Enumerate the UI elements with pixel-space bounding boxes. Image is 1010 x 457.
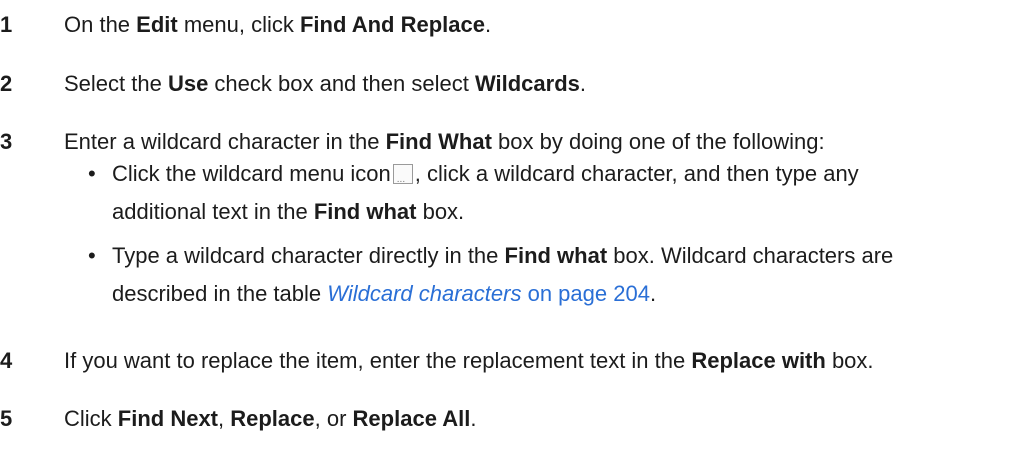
text: If you want to replace the item, enter t…: [64, 348, 692, 373]
bold-text: Wildcards: [474, 71, 580, 96]
step-text: On the Edit menu, click Find And Replace…: [64, 10, 1010, 40]
page-reference-link[interactable]: on page 204: [521, 281, 650, 306]
text: ,: [218, 406, 231, 431]
text: .: [649, 281, 657, 306]
text: Enter a wildcard character in the: [64, 129, 386, 154]
bullet-icon: •: [88, 161, 96, 186]
step-text: Click Find Next, Replace, or Replace All…: [64, 404, 1010, 434]
bullet-icon: •: [88, 243, 96, 268]
text: .: [579, 71, 587, 96]
bold-text: Use: [167, 71, 209, 96]
step-text: Select the Use check box and then select…: [64, 69, 1010, 99]
text: check box and then select: [208, 71, 475, 96]
bold-text: Find what: [504, 243, 608, 268]
text: box. Wildcard characters are: [607, 243, 894, 268]
bold-text: Replace All: [352, 406, 471, 431]
bold-text: Replace: [230, 406, 315, 431]
text: box.: [825, 348, 874, 373]
bold-text: Replace with: [691, 348, 826, 373]
text: described in the table: [112, 281, 328, 306]
text: menu, click: [177, 12, 300, 37]
text: Click the wildcard menu icon: [112, 161, 391, 186]
text: On the: [64, 12, 137, 37]
step-number: 5: [0, 406, 13, 431]
text: Select the: [64, 71, 168, 96]
bold-text: Find And Replace: [299, 12, 485, 37]
step-text: If you want to replace the item, enter t…: [64, 346, 1010, 376]
bullet-line-1: Type a wildcard character directly in th…: [112, 237, 988, 275]
text: box by doing one of the following:: [491, 129, 825, 154]
text: Click: [64, 406, 118, 431]
text: .: [484, 12, 492, 37]
text: .: [470, 406, 477, 431]
step-number: 1: [0, 12, 13, 37]
bullet-line-2: additional text in the Find what box.: [112, 193, 988, 231]
step-text: Enter a wildcard character in the Find W…: [64, 127, 1010, 157]
text: Type a wildcard character directly in th…: [112, 243, 505, 268]
wildcard-characters-link[interactable]: Wildcard characters: [327, 281, 521, 306]
bold-text: Find Next: [117, 406, 219, 431]
bold-text: Edit: [136, 12, 178, 37]
bold-text: Find What: [385, 129, 492, 154]
step-number: 4: [0, 348, 13, 373]
text: box.: [416, 199, 465, 224]
bullet-line-1: Click the wildcard menu icon , click a wi…: [112, 155, 988, 199]
text: , or: [314, 406, 353, 431]
step-number: 3: [0, 129, 13, 154]
ellipsis-button-icon: [392, 161, 413, 199]
bullet-line-2: described in the table Wildcard characte…: [112, 275, 988, 313]
bold-text: Find what: [313, 199, 417, 224]
step-number: 2: [0, 71, 13, 96]
text: , click a wildcard character, and then t…: [414, 161, 859, 186]
text: additional text in the: [112, 199, 314, 224]
